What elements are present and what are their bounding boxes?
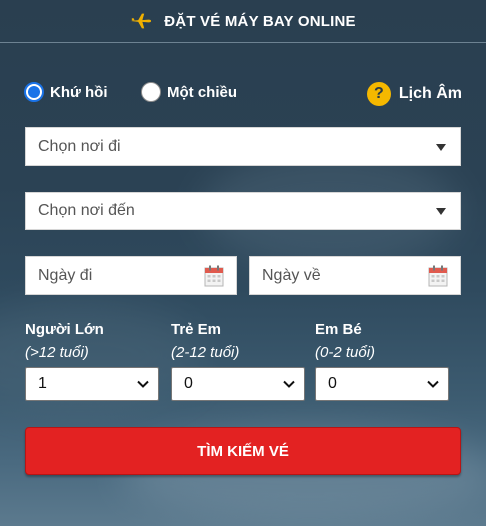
destination-select[interactable]: Chọn nơi đến bbox=[25, 192, 461, 230]
calendar-icon[interactable] bbox=[428, 265, 448, 287]
radio-round-trip[interactable]: Khứ hồi bbox=[24, 82, 108, 102]
destination-placeholder: Chọn nơi đến bbox=[38, 202, 135, 219]
infant-count-select[interactable]: 0 bbox=[315, 367, 449, 401]
adult-count-select[interactable]: 1 bbox=[25, 367, 159, 401]
header-divider bbox=[0, 42, 486, 43]
radio-button[interactable] bbox=[24, 82, 44, 102]
depart-date-input[interactable]: Ngày đi bbox=[25, 256, 237, 295]
radio-label: Một chiều bbox=[167, 83, 237, 101]
calendar-icon[interactable] bbox=[204, 265, 224, 287]
return-date-placeholder: Ngày về bbox=[262, 266, 321, 284]
chevron-down-icon bbox=[137, 380, 149, 388]
widget-title: ĐẶT VÉ MÁY BAY ONLINE bbox=[164, 12, 356, 30]
adult-label: Người Lớn bbox=[25, 321, 104, 338]
chevron-down-icon bbox=[427, 380, 439, 388]
child-count-value: 0 bbox=[184, 375, 193, 392]
lunar-calendar-link[interactable]: ? Lịch Âm bbox=[366, 82, 462, 106]
dropdown-arrow-icon bbox=[436, 208, 446, 215]
search-tickets-button[interactable]: TÌM KIẾM VÉ bbox=[25, 427, 461, 475]
child-count-select[interactable]: 0 bbox=[171, 367, 305, 401]
dropdown-arrow-icon bbox=[436, 143, 446, 151]
trip-type-group: Khứ hồi Một chiều ? Lịch Âm bbox=[24, 82, 462, 106]
adult-age-note: (>12 tuổi) bbox=[25, 344, 89, 361]
child-label: Trẻ Em bbox=[171, 321, 222, 338]
radio-one-way[interactable]: Một chiều bbox=[141, 82, 237, 102]
widget-header: ĐẶT VÉ MÁY BAY ONLINE bbox=[0, 8, 486, 34]
infant-label: Em Bé bbox=[315, 321, 362, 338]
depart-date-placeholder: Ngày đi bbox=[38, 266, 93, 284]
flight-booking-widget: ĐẶT VÉ MÁY BAY ONLINE Khứ hồi Một chiều … bbox=[0, 0, 486, 526]
help-icon[interactable]: ? bbox=[366, 82, 391, 106]
origin-placeholder: Chọn nơi đi bbox=[38, 137, 121, 155]
plane-icon bbox=[131, 13, 152, 29]
radio-button[interactable] bbox=[141, 82, 161, 102]
infant-age-note: (0-2 tuổi) bbox=[315, 344, 376, 361]
lunar-calendar-label[interactable]: Lịch Âm bbox=[399, 85, 462, 103]
adult-count-value: 1 bbox=[38, 375, 47, 392]
radio-label: Khứ hồi bbox=[50, 83, 108, 101]
child-age-note: (2-12 tuổi) bbox=[171, 344, 240, 361]
origin-select[interactable]: Chọn nơi đi bbox=[25, 127, 461, 166]
chevron-down-icon bbox=[283, 380, 295, 388]
return-date-input[interactable]: Ngày về bbox=[249, 256, 461, 295]
infant-count-value: 0 bbox=[328, 375, 337, 392]
